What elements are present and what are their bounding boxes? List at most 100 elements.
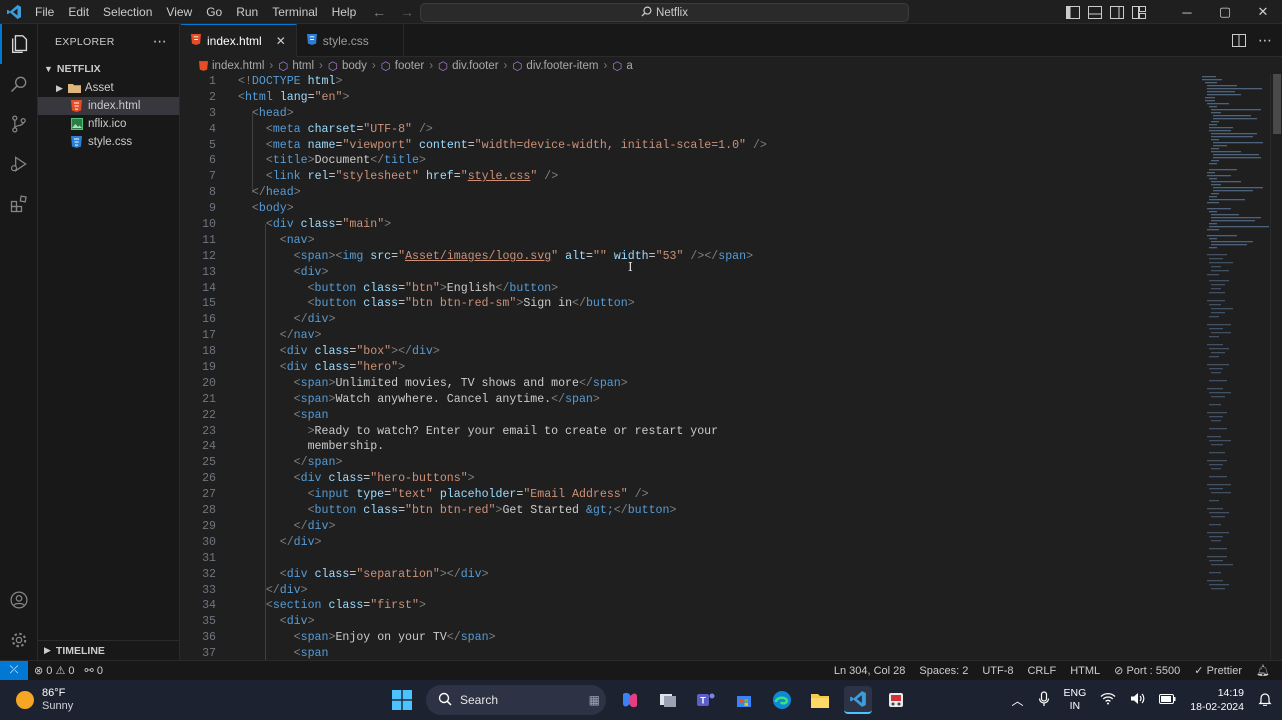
code-text: <section class="first"> <box>265 599 426 613</box>
menu-selection[interactable]: Selection <box>96 0 159 24</box>
svg-text:T: T <box>700 696 706 706</box>
language-mode[interactable]: HTML <box>1070 665 1100 677</box>
tree-item-asset[interactable]: ▶ Asset <box>38 79 179 97</box>
minimap[interactable] <box>1197 74 1270 660</box>
task-view-icon[interactable] <box>654 686 682 714</box>
menu-terminal[interactable]: Terminal <box>265 0 324 24</box>
breadcrumb-body[interactable]: ⬡ body <box>328 59 367 73</box>
file-explorer-icon[interactable] <box>806 686 834 714</box>
encoding[interactable]: UTF-8 <box>982 665 1013 677</box>
clock[interactable]: 14:19 18-02-2024 <box>1190 686 1244 714</box>
volume-icon[interactable] <box>1130 692 1145 708</box>
command-center-label: Netflix <box>656 6 688 19</box>
menu-edit[interactable]: Edit <box>61 0 96 24</box>
tree-item-index-html[interactable]: index.html <box>38 97 179 115</box>
ports-indicator[interactable]: ⚯ 0 <box>85 664 103 677</box>
store-icon[interactable] <box>730 686 758 714</box>
copilot-icon[interactable] <box>616 686 644 714</box>
close-tab-icon[interactable]: ✕ <box>276 34 286 48</box>
vertical-scrollbar[interactable] <box>1270 74 1282 660</box>
cursor-position[interactable]: Ln 304, Col 28 <box>834 665 906 677</box>
settings-gear-icon[interactable] <box>0 620 38 660</box>
timeline-section[interactable]: ▶ TIMELINE <box>38 640 180 660</box>
explorer-header: EXPLORER ⋯ <box>38 24 179 59</box>
menu-help[interactable]: Help <box>325 0 364 24</box>
more-actions-icon[interactable]: ⋯ <box>153 33 167 50</box>
account-icon[interactable] <box>0 580 38 620</box>
code-text: <meta charset="UTF-8" /> <box>265 122 433 136</box>
tree-item-nflix-ico[interactable]: nflix.ico <box>38 115 179 133</box>
explorer-icon[interactable] <box>0 24 38 64</box>
breadcrumb-div-footer-item[interactable]: ⬡ div.footer-item <box>512 59 598 73</box>
chevron-up-icon[interactable]: ︿ <box>1012 692 1024 709</box>
line-number: 18 <box>202 345 216 359</box>
status-bar: ⤫ ⊗ 0 ⚠ 0 ⚯ 0 Ln 304, Col 28 Spaces: 2 U… <box>0 660 1282 681</box>
workspace-folder[interactable]: ▼ NETFLIX <box>38 59 179 79</box>
indentation[interactable]: Spaces: 2 <box>919 665 968 677</box>
code-line: 19 <div class="hero"> <box>181 360 1197 376</box>
line-number: 13 <box>202 265 216 279</box>
code-text: </div> <box>279 535 322 549</box>
breadcrumb-div-footer[interactable]: ⬡ div.footer <box>438 59 499 73</box>
menu-view[interactable]: View <box>159 0 199 24</box>
tab-style-css[interactable]: style.css <box>297 24 404 57</box>
notifications-bell-icon[interactable]: 🔔︎ <box>1256 664 1270 677</box>
back-arrow-icon[interactable]: ← <box>372 4 386 20</box>
battery-icon[interactable] <box>1159 693 1176 707</box>
code-line: 26 <div class="hero-buttons"> <box>181 471 1197 487</box>
code-line: 37 <span <box>181 646 1197 660</box>
breadcrumb-html[interactable]: ⬡ html <box>278 59 314 73</box>
problems-indicator[interactable]: ⊗ 0 ⚠ 0 <box>34 664 75 677</box>
menu-go[interactable]: Go <box>199 0 229 24</box>
command-center-search[interactable]: Netflix <box>420 3 909 22</box>
breadcrumb-file[interactable]: index.html <box>199 60 264 72</box>
menu-file[interactable]: File <box>28 0 61 24</box>
code-line: 18 <div class="box"></div> <box>181 344 1197 360</box>
forward-arrow-icon[interactable]: → <box>400 4 414 20</box>
line-number: 14 <box>202 281 216 295</box>
prettier-status[interactable]: ✓ Prettier <box>1194 664 1242 677</box>
start-windows-icon[interactable] <box>388 686 416 714</box>
tab-index-html[interactable]: index.html ✕ <box>181 24 297 57</box>
line-number: 28 <box>202 504 216 518</box>
chevron-right-icon: › <box>603 59 608 72</box>
more-actions-icon[interactable]: ⋯ <box>1258 32 1272 49</box>
extensions-icon[interactable] <box>0 184 38 224</box>
toggle-panel-icon[interactable] <box>1088 5 1102 19</box>
language-indicator[interactable]: ENG IN <box>1064 687 1087 713</box>
run-debug-icon[interactable] <box>0 144 38 184</box>
toggle-primary-sidebar-icon[interactable] <box>1066 5 1080 19</box>
minimize-icon[interactable]: ─ <box>1168 5 1206 20</box>
code-line: 15 <button class="btn btn-red-sm">Sign i… <box>181 296 1197 312</box>
code-text: </div> <box>293 519 336 533</box>
split-editor-icon[interactable] <box>1232 34 1246 47</box>
wifi-icon[interactable] <box>1100 692 1116 708</box>
weather-widget[interactable]: 86°F Sunny <box>16 687 73 713</box>
microphone-icon[interactable] <box>1038 690 1050 710</box>
source-control-icon[interactable] <box>0 104 38 144</box>
breadcrumb-footer[interactable]: ⬡ footer <box>381 59 424 73</box>
vscode-taskbar-icon[interactable] <box>844 686 872 714</box>
live-server-port[interactable]: ⊘ Port : 5500 <box>1114 664 1180 677</box>
element-icon: ⬡ <box>438 60 449 73</box>
tree-item-style-css[interactable]: style.css <box>38 133 179 151</box>
edge-browser-icon[interactable] <box>768 686 796 714</box>
maximize-icon[interactable]: ▢ <box>1206 4 1244 20</box>
remote-indicator-icon[interactable]: ⤫ <box>0 660 28 681</box>
line-ending[interactable]: CRLF <box>1027 665 1056 677</box>
search-icon[interactable] <box>0 64 38 104</box>
taskbar-search[interactable]: Search ▦ <box>426 685 606 715</box>
line-number: 34 <box>202 599 216 613</box>
customize-layout-icon[interactable] <box>1132 5 1146 19</box>
menu-run[interactable]: Run <box>229 0 265 24</box>
teams-icon[interactable]: T <box>692 686 720 714</box>
code-editor[interactable]: 1 <!DOCTYPE html> 2 <html lang="en"> 3 <he… <box>181 74 1197 660</box>
notification-center-icon[interactable] <box>1258 692 1272 709</box>
toggle-secondary-sidebar-icon[interactable] <box>1110 5 1124 19</box>
breadcrumb: index.html › ⬡ html › ⬡ body › ⬡ footer … <box>181 57 1282 74</box>
close-icon[interactable]: ✕ <box>1244 4 1282 20</box>
snipping-tool-icon[interactable] <box>882 686 910 714</box>
scrollbar-thumb[interactable] <box>1273 74 1281 134</box>
breadcrumb-a[interactable]: ⬡ a <box>612 59 632 73</box>
breadcrumb-label: div.footer-item <box>526 59 599 72</box>
